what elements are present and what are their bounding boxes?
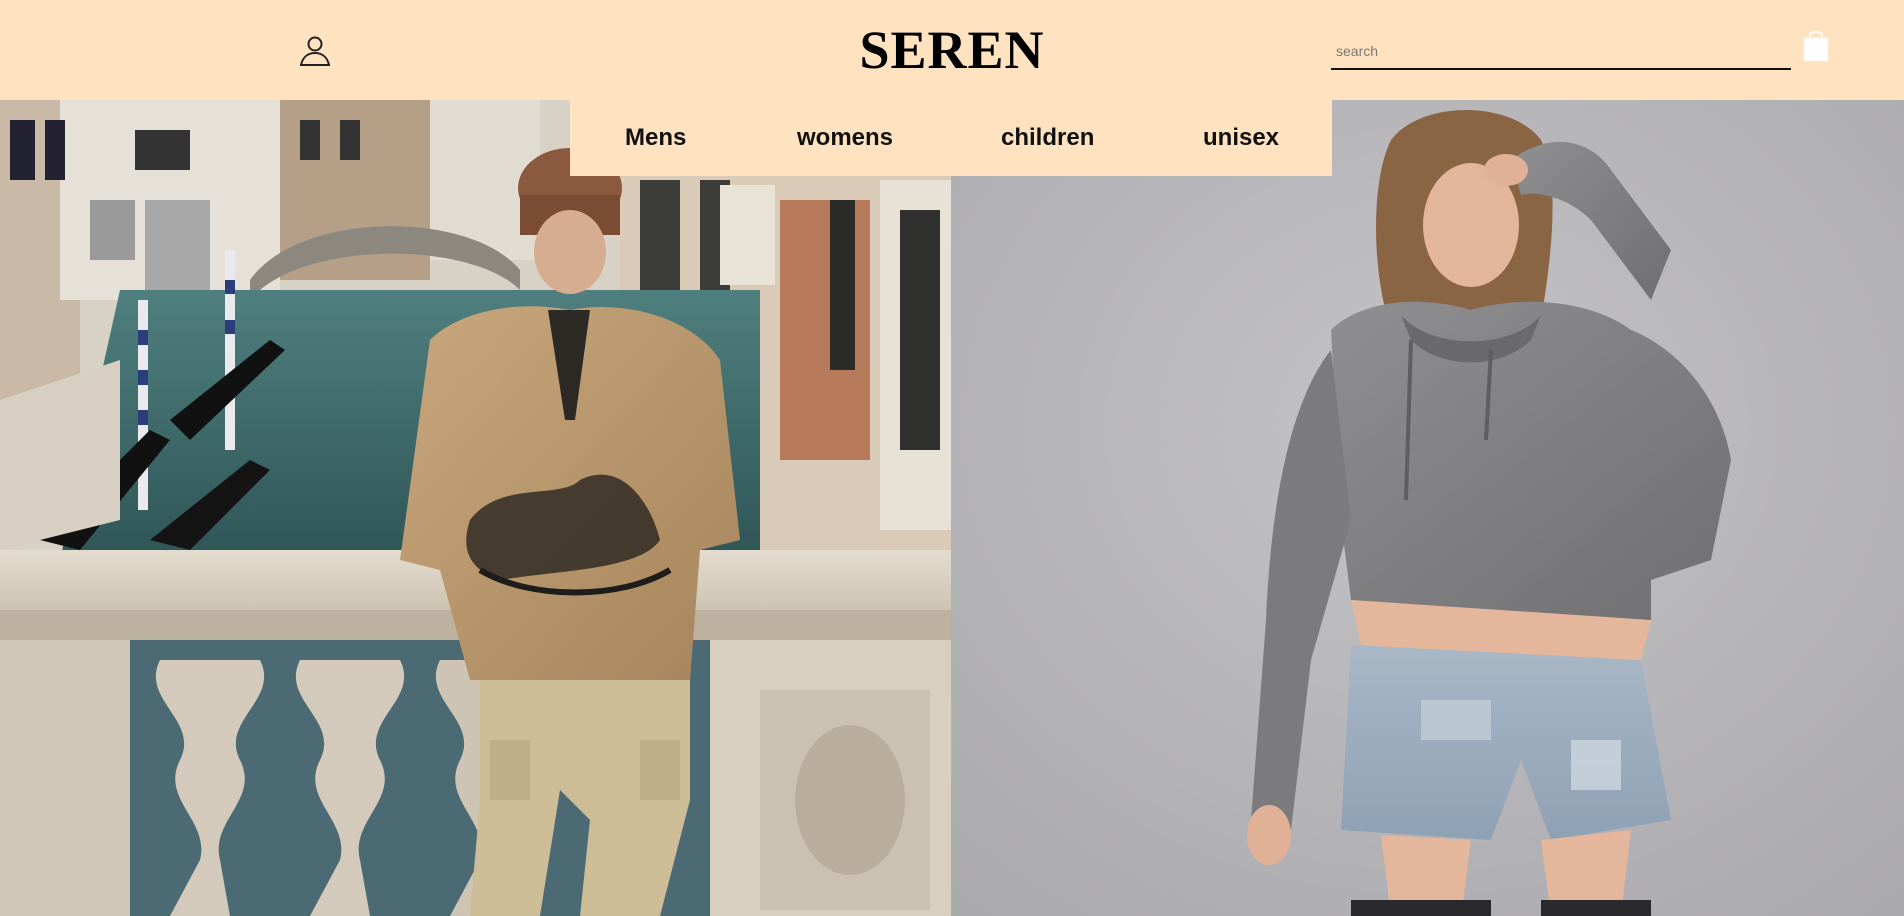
search-box: [1331, 36, 1791, 70]
shopping-bag-icon: [1803, 31, 1829, 62]
cart-button[interactable]: [1801, 28, 1831, 64]
category-nav: Mens womens children unisex: [570, 100, 1332, 176]
site-header: SEREN: [0, 0, 1904, 100]
hero-image-womens[interactable]: [951, 100, 1904, 916]
nav-item-unisex[interactable]: unisex: [1203, 100, 1279, 176]
woman-in-grey-crop-hoodie-photo: [951, 100, 1904, 916]
search-input[interactable]: [1331, 36, 1791, 66]
nav-item-mens[interactable]: Mens: [625, 100, 686, 176]
nav-item-children[interactable]: children: [1001, 100, 1094, 176]
nav-item-womens[interactable]: womens: [797, 100, 893, 176]
man-in-fleece-venice-canal-photo: [0, 100, 951, 916]
hero-image-mens[interactable]: [0, 100, 951, 916]
page: SEREN Mens womens children unisex: [0, 0, 1904, 916]
